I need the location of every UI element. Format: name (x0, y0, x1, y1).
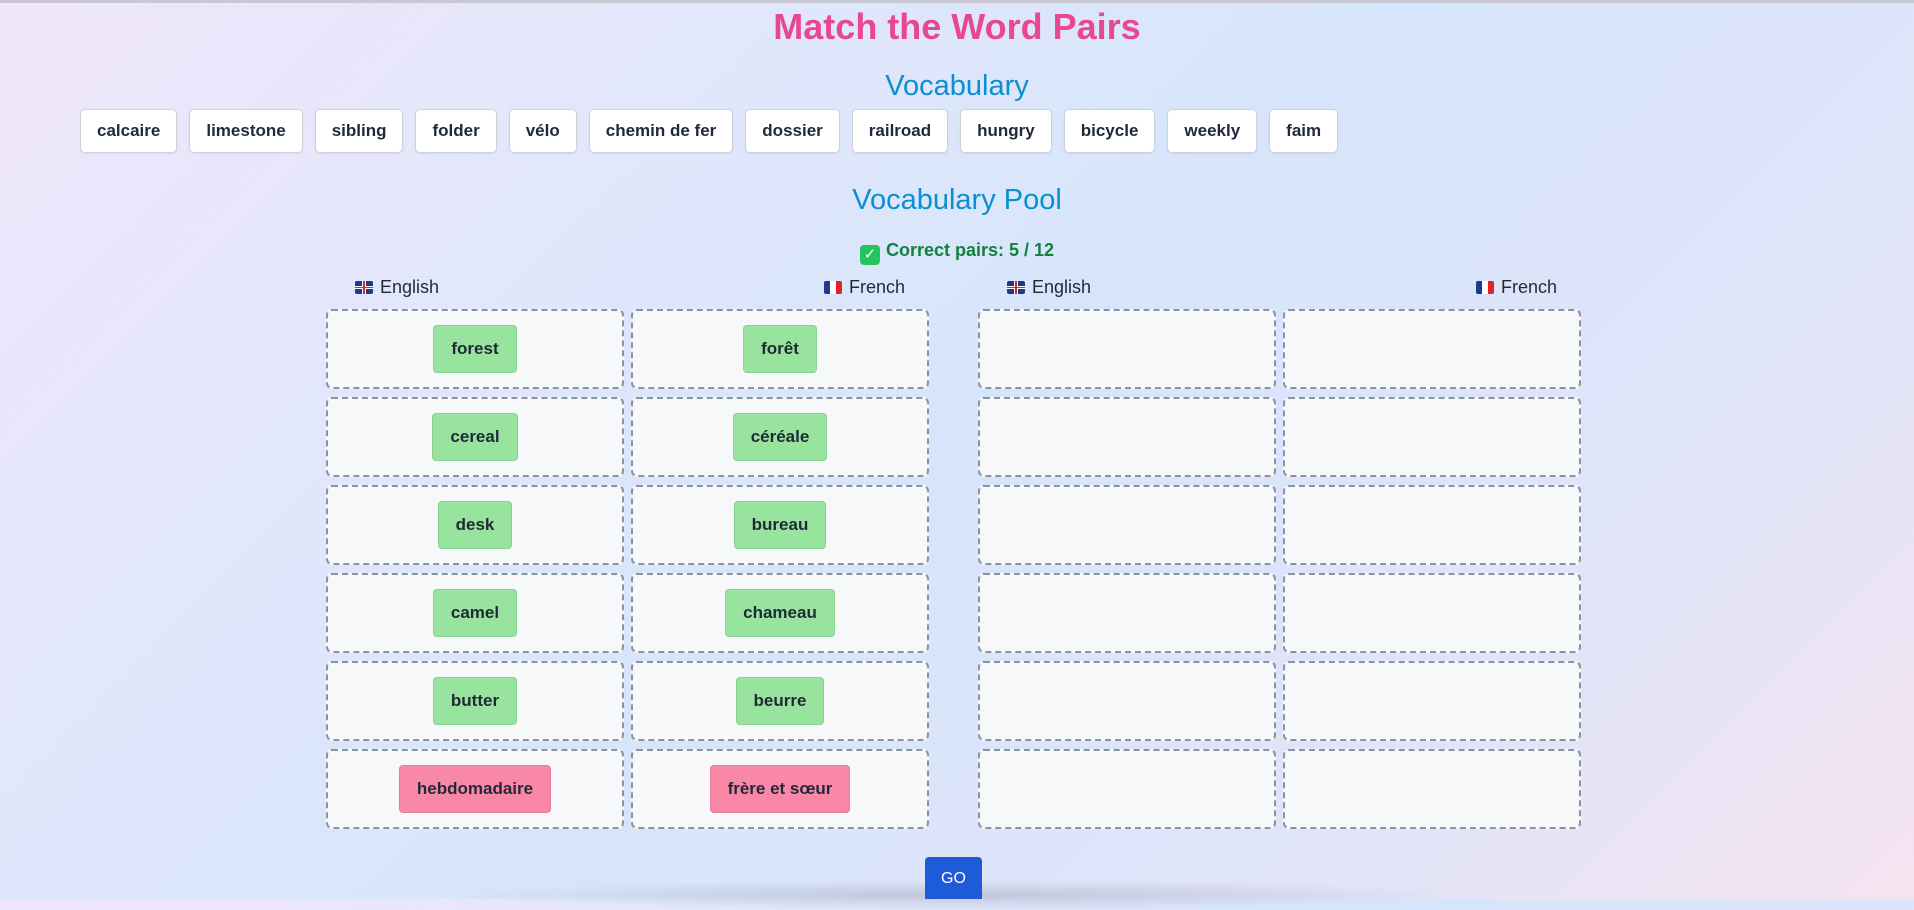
english-drop-slot[interactable] (978, 485, 1276, 565)
page-title: Match the Word Pairs (773, 6, 1141, 47)
score-label: Correct pairs: 5 / 12 (885, 240, 1055, 260)
france-flag-icon (1476, 280, 1494, 294)
english-word-tile[interactable]: desk (437, 501, 513, 549)
french-drop-slot[interactable] (1283, 397, 1581, 477)
english-drop-slot[interactable]: forest (326, 309, 624, 389)
french-drop-slot[interactable] (1283, 661, 1581, 741)
english-drop-slot[interactable] (978, 309, 1276, 389)
french-word-tile[interactable]: beurre (735, 677, 825, 725)
english-word-tile[interactable]: cereal (432, 413, 518, 461)
vocabulary-chip[interactable]: limestone (189, 109, 303, 153)
french-drop-slot[interactable] (1283, 485, 1581, 565)
score-status: ✓ Correct pairs: 5 / 12 (0, 237, 1914, 265)
vocabulary-chip[interactable]: hungry (960, 109, 1052, 153)
vocabulary-chip[interactable]: calcaire (80, 109, 178, 153)
uk-flag-icon (1007, 280, 1025, 294)
english-drop-slot[interactable] (978, 749, 1276, 829)
english-drop-slot[interactable] (978, 397, 1276, 477)
english-column-label: English (380, 277, 440, 297)
vocabulary-chip[interactable]: faim (1269, 109, 1339, 153)
vocabulary-bank: calcaire limestone sibling folder vélo chemin… (80, 109, 1339, 153)
english-word-tile[interactable]: hebdomadaire (398, 765, 552, 813)
right-french-header: French (1476, 275, 1557, 299)
french-drop-slot[interactable]: beurre (631, 661, 929, 741)
french-word-tile[interactable]: bureau (733, 501, 827, 549)
french-drop-slot[interactable]: forêt (631, 309, 929, 389)
english-drop-slot[interactable] (978, 573, 1276, 653)
english-drop-slot[interactable]: cereal (326, 397, 624, 477)
left-french-header: French (824, 275, 905, 299)
france-flag-icon (824, 280, 842, 294)
french-word-tile[interactable]: frère et sœur (709, 765, 851, 813)
english-drop-slot[interactable]: desk (326, 485, 624, 565)
vocabulary-chip[interactable]: vélo (508, 109, 577, 153)
english-drop-slot[interactable] (978, 661, 1276, 741)
english-word-tile[interactable]: camel (432, 589, 518, 637)
right-english-header: English (1007, 275, 1091, 299)
go-button[interactable]: GO (925, 857, 982, 899)
vocabulary-chip[interactable]: sibling (314, 109, 404, 153)
english-drop-slot[interactable]: camel (326, 573, 624, 653)
uk-flag-icon (355, 280, 373, 294)
vocabulary-chip[interactable]: railroad (851, 109, 949, 153)
french-word-tile[interactable]: chameau (725, 589, 835, 637)
french-drop-slot[interactable]: céréale (631, 397, 929, 477)
vocabulary-chip[interactable]: folder (415, 109, 497, 153)
vocabulary-chip[interactable]: bicycle (1063, 109, 1156, 153)
vocabulary-chip[interactable]: dossier (745, 109, 840, 153)
french-drop-slot[interactable]: frère et sœur (631, 749, 929, 829)
french-word-tile[interactable]: forêt (743, 325, 817, 373)
vocabulary-heading: Vocabulary (885, 70, 1029, 102)
english-column-label: English (1032, 277, 1092, 297)
french-word-tile[interactable]: céréale (732, 413, 828, 461)
english-drop-slot[interactable]: butter (326, 661, 624, 741)
vocabulary-chip[interactable]: weekly (1167, 109, 1258, 153)
left-english-header: English (355, 275, 439, 299)
vocabulary-chip[interactable]: chemin de fer (588, 109, 734, 153)
french-drop-slot[interactable]: bureau (631, 485, 929, 565)
english-word-tile[interactable]: butter (432, 677, 518, 725)
french-column-label: French (849, 277, 906, 297)
english-word-tile[interactable]: forest (433, 325, 517, 373)
french-drop-slot[interactable] (1283, 309, 1581, 389)
english-drop-slot[interactable]: hebdomadaire (326, 749, 624, 829)
french-drop-slot[interactable] (1283, 573, 1581, 653)
check-icon: ✓ (859, 245, 880, 265)
vocabulary-pool-heading: Vocabulary Pool (852, 184, 1062, 216)
top-border (0, 0, 1914, 3)
french-column-label: French (1501, 277, 1558, 297)
french-drop-slot[interactable] (1283, 749, 1581, 829)
french-drop-slot[interactable]: chameau (631, 573, 929, 653)
